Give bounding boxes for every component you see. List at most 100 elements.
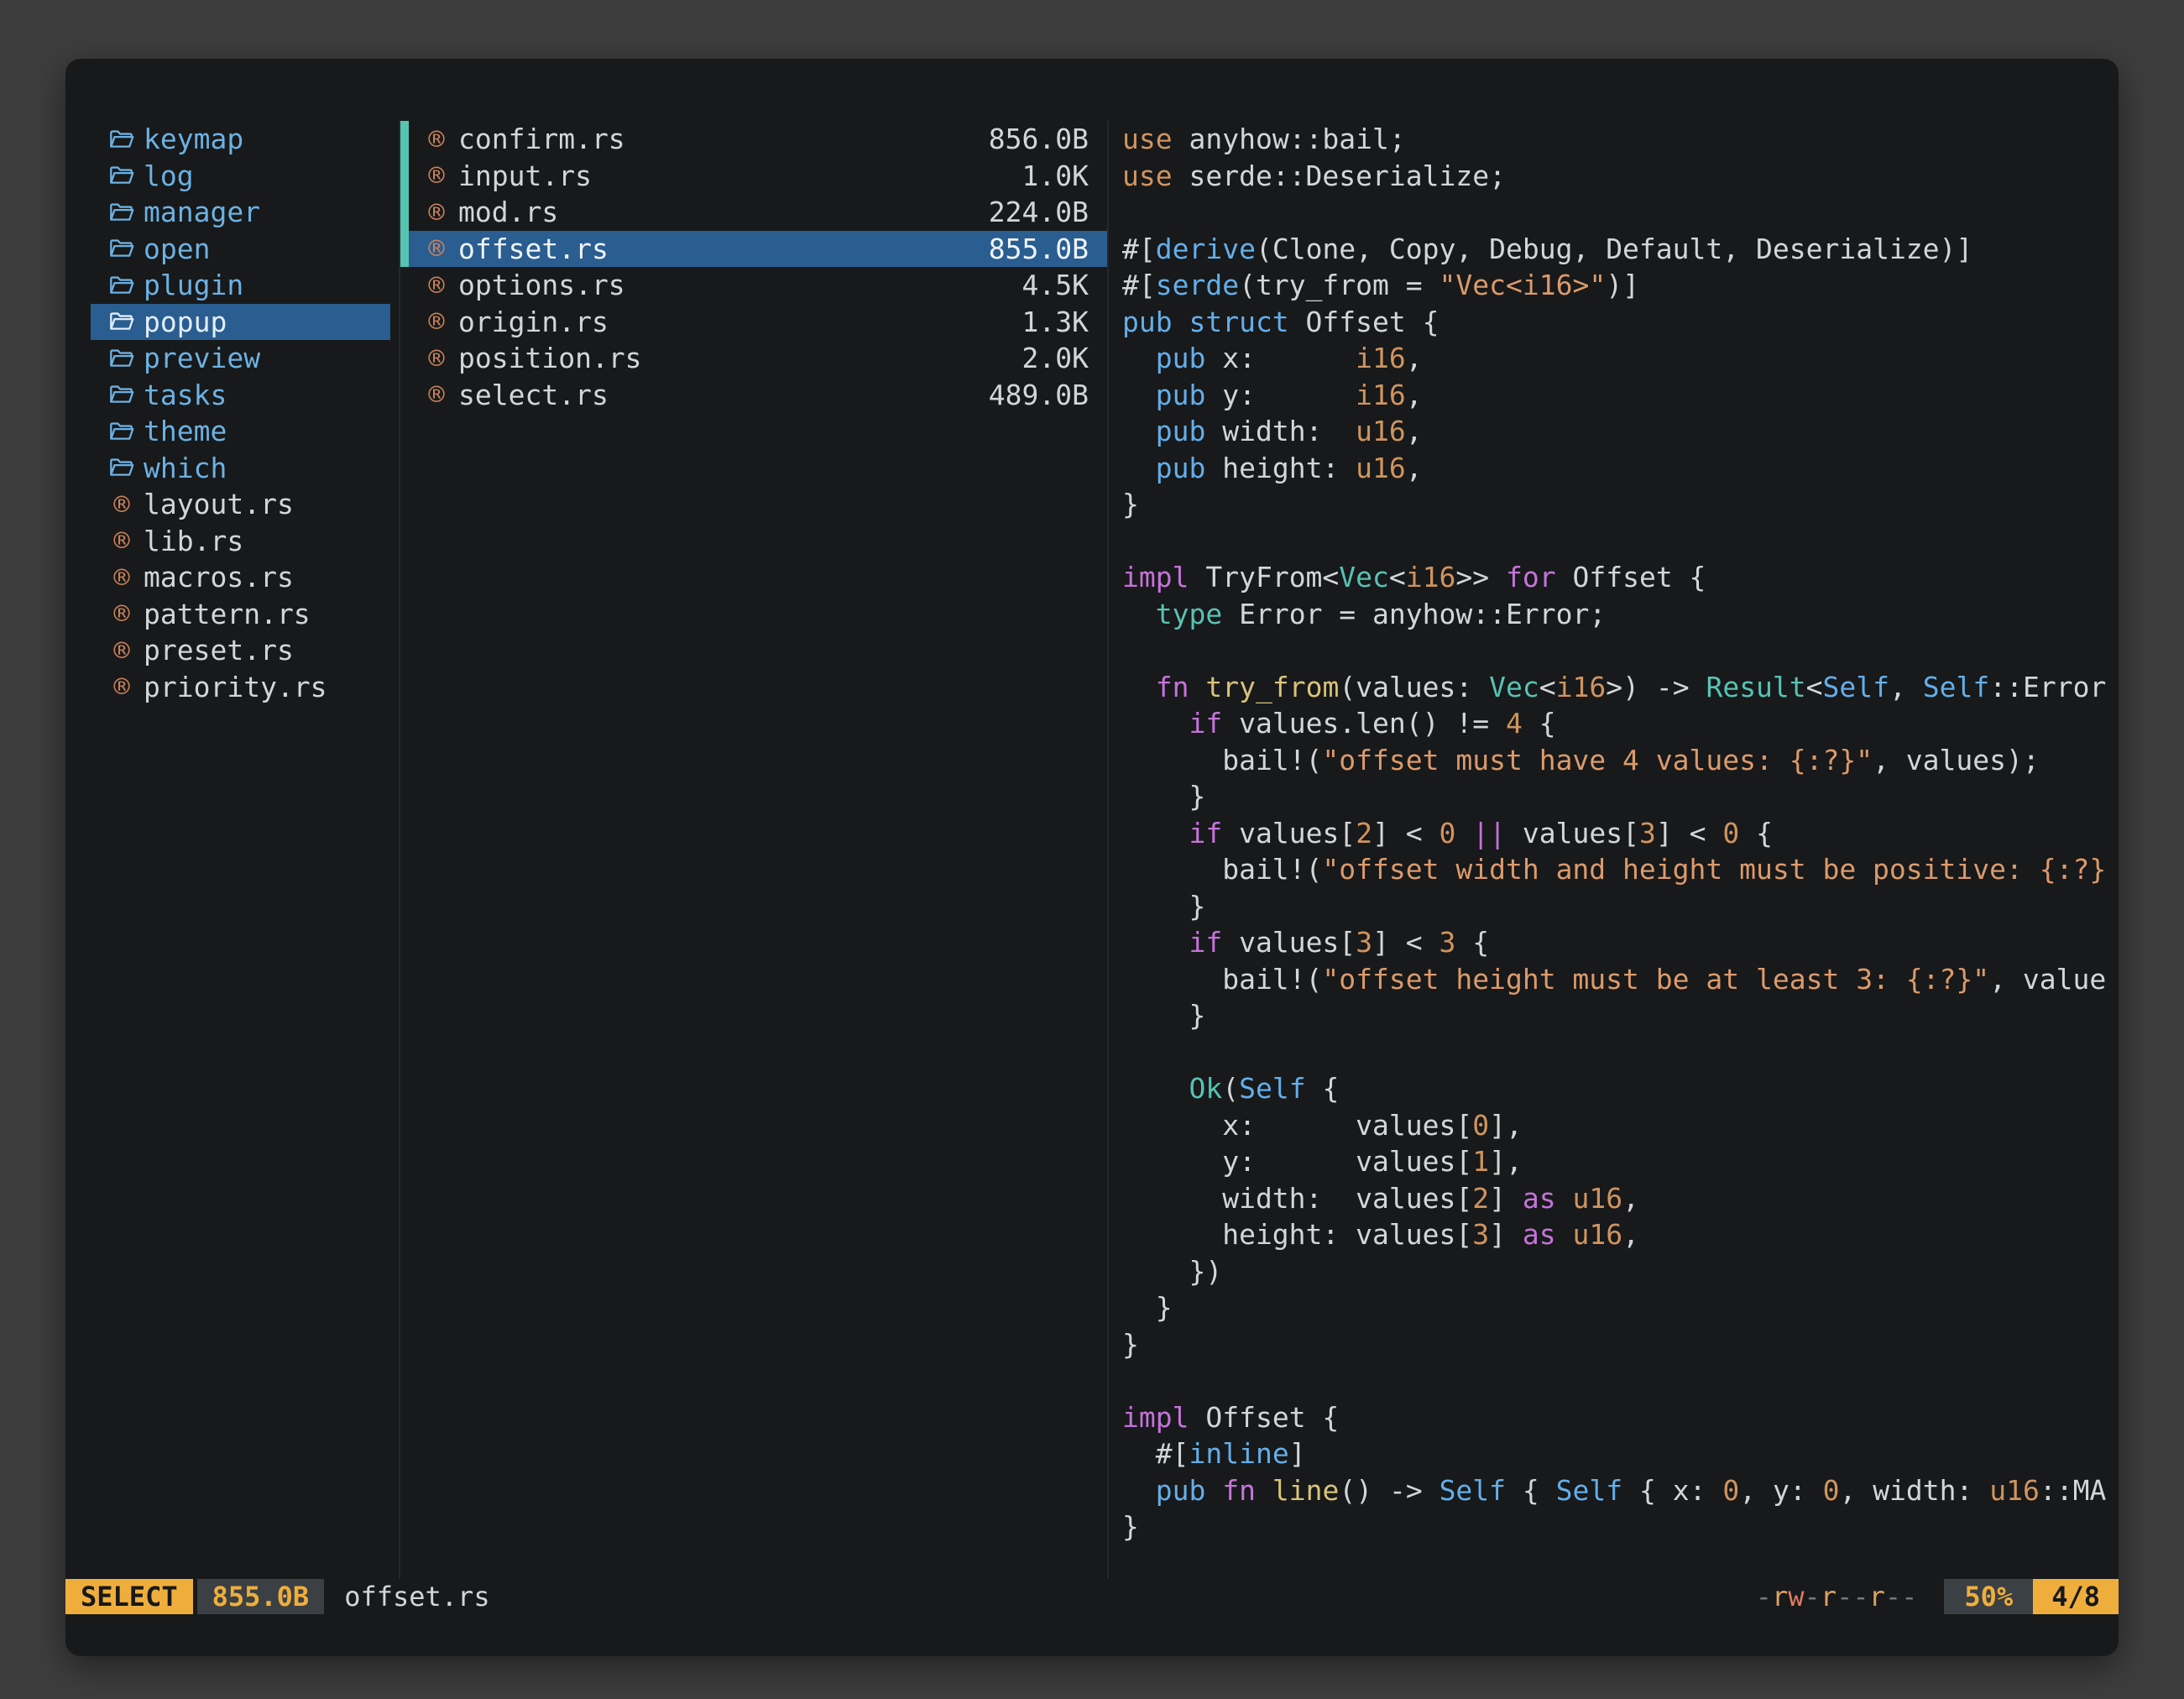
file-size: 855.0B — [989, 233, 1089, 265]
code-line: } — [1122, 486, 2119, 523]
file-name: input.rs — [458, 159, 592, 192]
parent-directory-pane: keymap log manageropenplugin popuppreviewta… — [65, 121, 399, 1579]
code-line: pub fn line() -> Self { Self { x: 0, y: … — [1122, 1472, 2119, 1509]
code-line: #[serde(try_from = "Vec<i16>")] — [1122, 267, 2119, 304]
code-line: bail!("offset height must be at least 3:… — [1122, 961, 2119, 998]
code-line: pub height: u16, — [1122, 450, 2119, 487]
code-line — [1122, 194, 2119, 231]
rust-file-icon: ® — [107, 673, 136, 700]
file-row-position-rs[interactable]: ®position.rs2.0K — [400, 340, 1107, 377]
code-line: } — [1122, 778, 2119, 815]
sidebar-item-label: macros.rs — [144, 561, 294, 593]
file-row-origin-rs[interactable]: ®origin.rs1.3K — [400, 304, 1107, 341]
code-line: } — [1122, 888, 2119, 925]
sidebar-item-theme[interactable]: theme — [91, 413, 390, 450]
code-line: } — [1122, 1289, 2119, 1326]
file-list-pane: ®confirm.rs856.0B®input.rs1.0K®mod.rs224… — [399, 121, 1107, 1579]
status-right-group: -rw-r--r-- 50% 4/8 — [1756, 1579, 2119, 1614]
rust-file-icon: ® — [107, 491, 136, 518]
file-row-offset-rs[interactable]: ®offset.rs855.0B — [400, 231, 1107, 268]
selection-mark — [400, 267, 409, 304]
rust-file-icon: ® — [422, 272, 451, 299]
rust-file-icon: ® — [422, 162, 451, 189]
folder-icon — [107, 384, 136, 405]
file-size: 856.0B — [989, 123, 1089, 155]
code-line: #[inline] — [1122, 1435, 2119, 1472]
file-row-select-rs[interactable]: ®select.rs489.0B — [400, 377, 1107, 414]
selection-mark — [400, 158, 409, 195]
sidebar-item-open[interactable]: open — [91, 231, 390, 268]
file-size-badge: 855.0B — [197, 1579, 325, 1614]
file-row-options-rs[interactable]: ® options.rs 4.5K — [400, 267, 1107, 304]
code-line — [1122, 1034, 2119, 1071]
file-name: position.rs — [458, 342, 642, 374]
scroll-percent-badge: 50% — [1944, 1579, 2033, 1614]
code-line: pub width: u16, — [1122, 413, 2119, 450]
rust-file-icon: ® — [107, 527, 136, 554]
rust-file-icon: ® — [107, 564, 136, 591]
code-line: if values.len() != 4 { — [1122, 705, 2119, 742]
sidebar-item-log[interactable]: log — [91, 158, 390, 195]
code-line: #[derive(Clone, Copy, Debug, Default, De… — [1122, 231, 2119, 268]
cursor-position-badge: 4/8 — [2033, 1579, 2119, 1614]
rust-file-icon: ® — [107, 600, 136, 627]
code-line: } — [1122, 1326, 2119, 1363]
status-bar: SELECT 855.0B offset.rs -rw-r--r-- 50% 4… — [65, 1579, 2119, 1614]
sidebar-item-priority-rs[interactable]: ®priority.rs — [91, 669, 390, 706]
sidebar-item-label: popup — [144, 306, 227, 338]
sidebar-item-macros-rs[interactable]: ® macros.rs — [91, 559, 390, 596]
folder-icon — [107, 238, 136, 259]
selection-mark — [400, 194, 409, 231]
file-size: 489.0B — [989, 379, 1089, 411]
code-line: pub y: i16, — [1122, 377, 2119, 414]
code-line: }) — [1122, 1253, 2119, 1290]
rust-file-icon: ® — [422, 199, 451, 226]
sidebar-item-label: log — [144, 159, 194, 192]
sidebar-item-preset-rs[interactable]: ®preset.rs — [91, 632, 390, 669]
code-line — [1122, 523, 2119, 560]
sidebar-item-label: tasks — [144, 379, 227, 411]
sidebar-item-label: keymap — [144, 123, 243, 155]
code-line: width: values[2] as u16, — [1122, 1180, 2119, 1217]
sidebar-item-keymap[interactable]: keymap — [91, 121, 390, 158]
sidebar-item-tasks[interactable]: tasks — [91, 377, 390, 414]
folder-icon — [107, 348, 136, 369]
file-name: options.rs — [458, 269, 625, 301]
rust-file-icon: ® — [422, 381, 451, 408]
sidebar-item-layout-rs[interactable]: ®layout.rs — [91, 486, 390, 523]
code-line: bail!("offset width and height must be p… — [1122, 851, 2119, 888]
rust-file-icon: ® — [422, 126, 451, 153]
sidebar-item-label: lib.rs — [144, 525, 243, 557]
sidebar-item-preview[interactable]: preview — [91, 340, 390, 377]
rust-file-icon: ® — [422, 345, 451, 372]
sidebar-item-label: manager — [144, 196, 260, 228]
sidebar-item-label: preset.rs — [144, 634, 294, 667]
sidebar-item-label: plugin — [144, 269, 243, 301]
file-size: 4.5K — [1022, 269, 1089, 301]
permissions-text: -rw-r--r-- — [1756, 1579, 1918, 1614]
selection-mark — [400, 121, 409, 158]
mode-badge: SELECT — [65, 1579, 193, 1614]
file-size: 224.0B — [989, 196, 1089, 228]
file-row-input-rs[interactable]: ® input.rs 1.0K — [400, 158, 1107, 195]
sidebar-item-popup[interactable]: popup — [91, 304, 390, 341]
file-size: 1.0K — [1022, 159, 1089, 192]
selection-mark — [400, 231, 409, 268]
status-file-name: offset.rs — [344, 1579, 489, 1614]
sidebar-item-which[interactable]: which — [91, 450, 390, 487]
selection-mark — [400, 377, 409, 414]
file-row-mod-rs[interactable]: ® mod.rs 224.0B — [400, 194, 1107, 231]
file-row-confirm-rs[interactable]: ®confirm.rs856.0B — [400, 121, 1107, 158]
sidebar-item-manager[interactable]: manager — [91, 194, 390, 231]
code-line: height: values[3] as u16, — [1122, 1216, 2119, 1253]
rust-file-icon: ® — [422, 308, 451, 335]
folder-icon — [107, 274, 136, 296]
sidebar-item-plugin[interactable]: plugin — [91, 267, 390, 304]
file-name: mod.rs — [458, 196, 558, 228]
selection-mark — [400, 304, 409, 341]
sidebar-item-pattern-rs[interactable]: ®pattern.rs — [91, 596, 390, 633]
code-line: use anyhow::bail; — [1122, 121, 2119, 158]
folder-icon — [107, 128, 136, 150]
sidebar-item-lib-rs[interactable]: ® lib.rs — [91, 523, 390, 560]
code-line: pub x: i16, — [1122, 340, 2119, 377]
